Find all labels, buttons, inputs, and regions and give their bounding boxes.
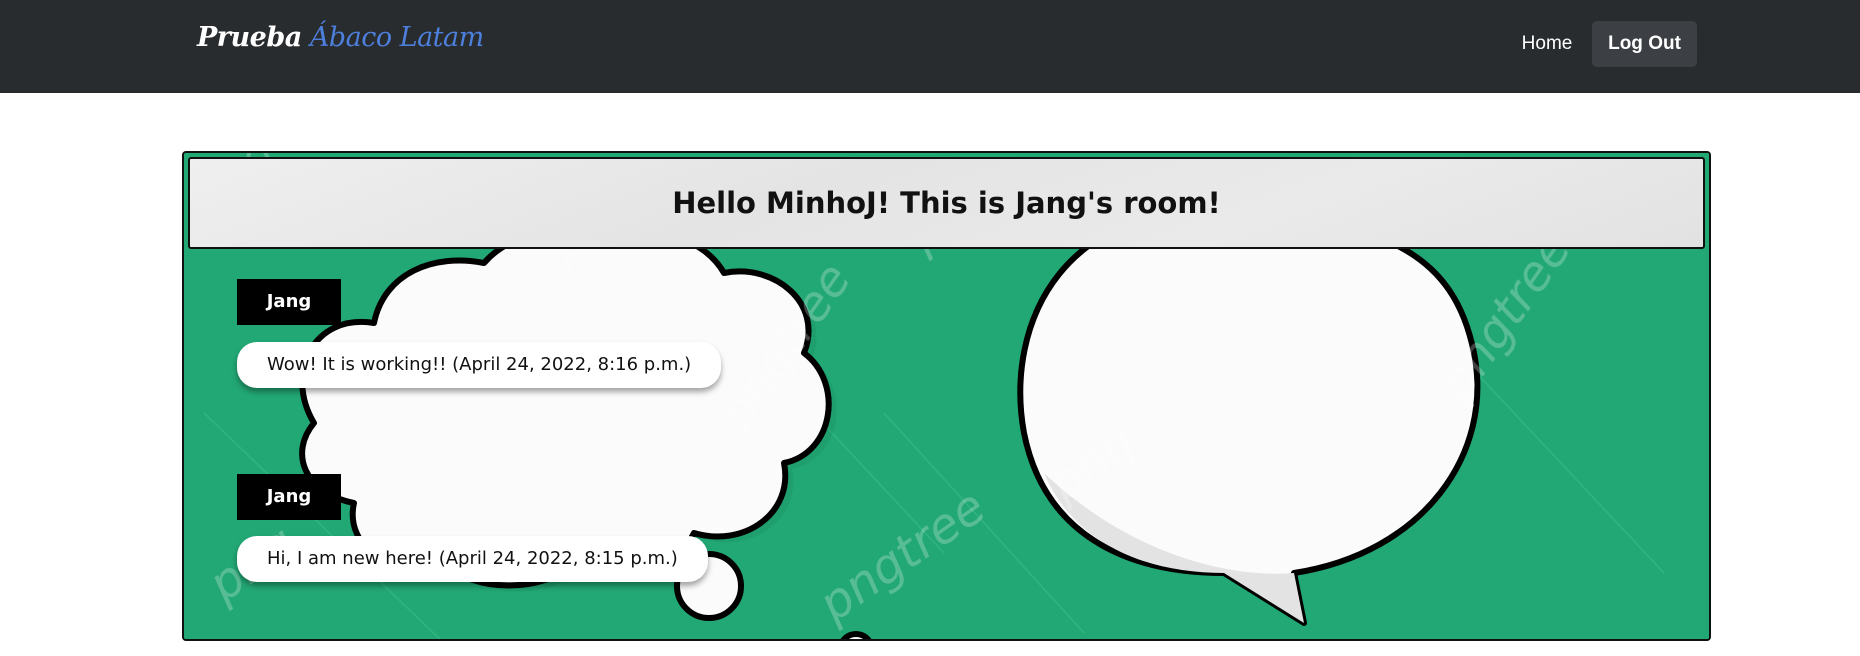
room-header: Hello MinhoJ! This is Jang's room! [188,157,1705,249]
logout-button[interactable]: Log Out [1592,21,1697,67]
home-link[interactable]: Home [1507,22,1587,66]
message-username: Jang [237,474,341,520]
message-bubble: Hi, I am new here! (April 24, 2022, 8:15… [237,536,708,582]
message-username: Jang [237,279,341,325]
brand-name-accent: Ábaco Latam [309,22,484,53]
brand-name-primary: Prueba [197,22,302,53]
room-title: Hello MinhoJ! This is Jang's room! [672,186,1221,220]
chat-room-panel: png png png png png pngtree pngtree png … [182,151,1711,641]
brand-logo[interactable]: Prueba Ábaco Latam [197,22,484,53]
message-bubble: Wow! It is working!! (April 24, 2022, 8:… [237,342,722,388]
top-navbar: Prueba Ábaco Latam Home Log Out [0,0,1860,93]
